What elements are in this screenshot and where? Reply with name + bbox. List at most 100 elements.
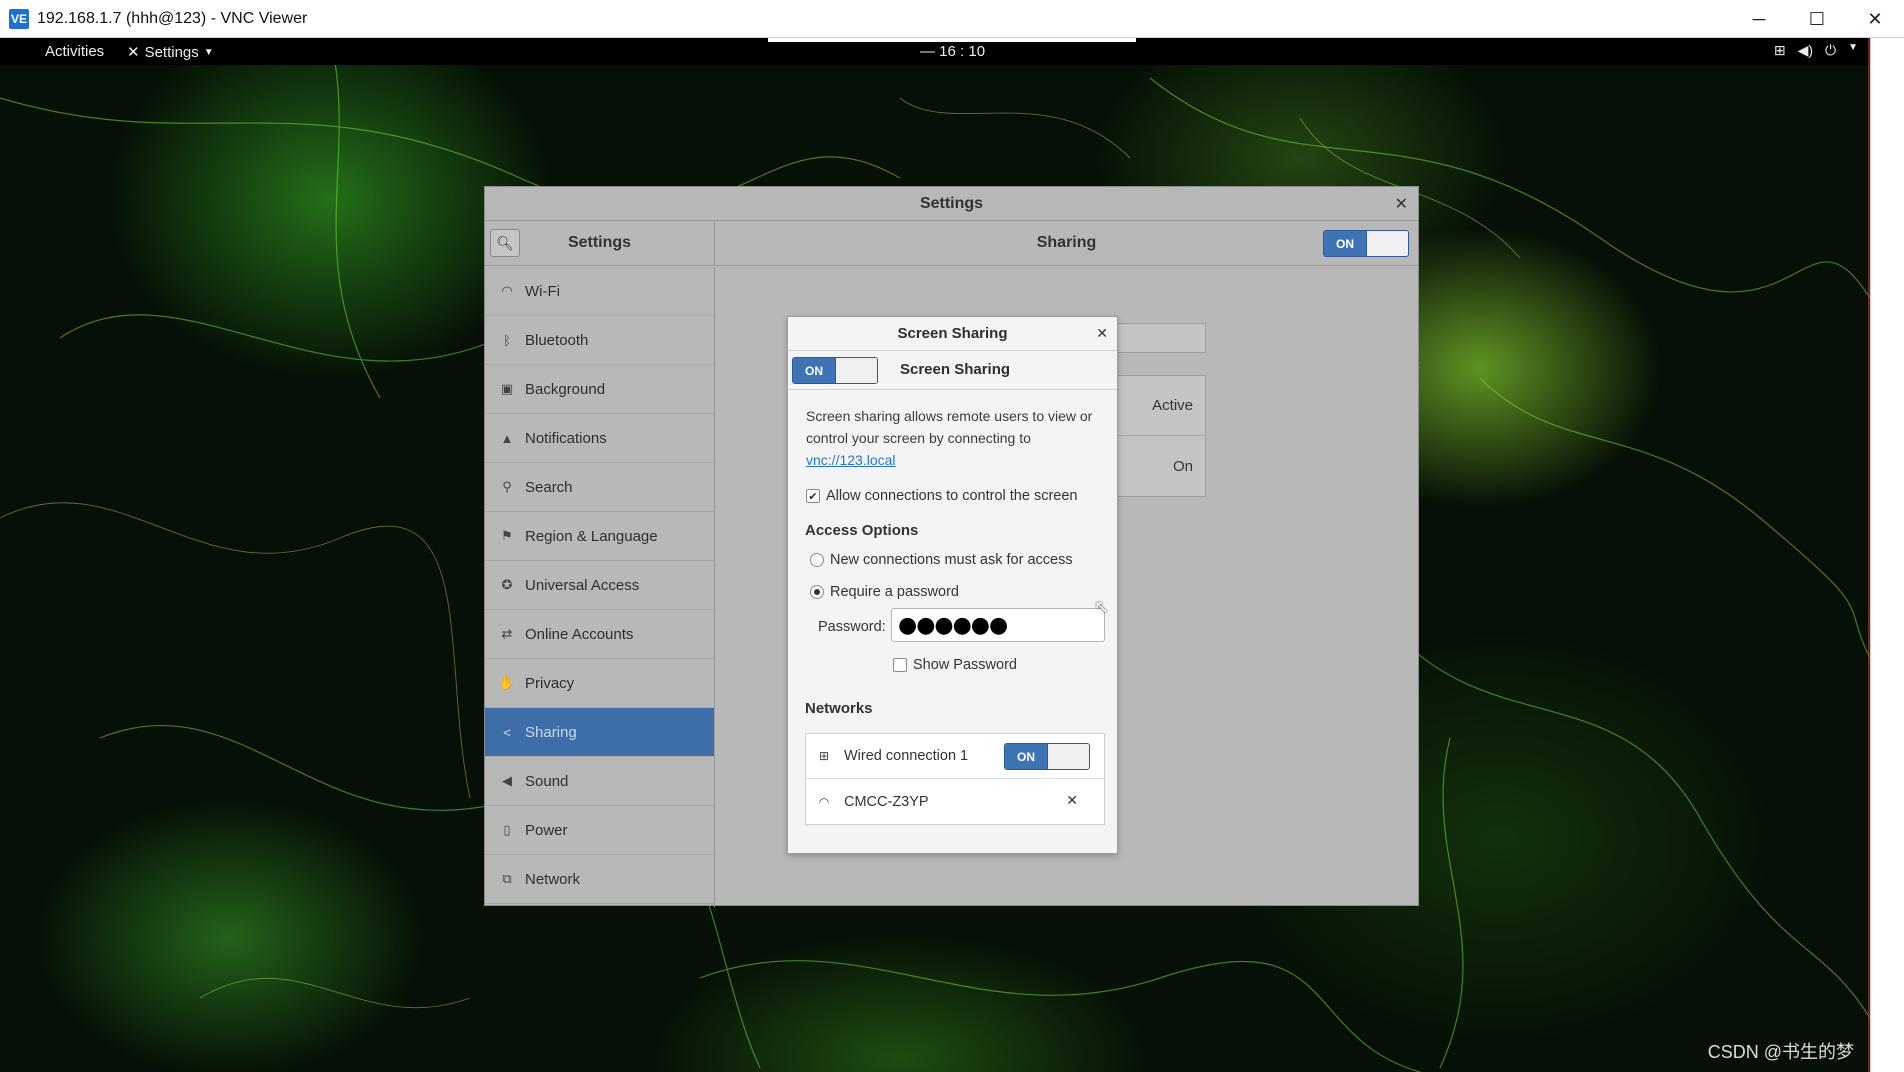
option-ask-row[interactable]: New connections must ask for access xyxy=(810,552,1073,568)
sidebar-item-universal-access[interactable]: ✪ Universal Access xyxy=(485,561,714,610)
sidebar-header: 🔍︎ Settings xyxy=(485,221,715,265)
sidebar-item-network[interactable]: ⧉ Network xyxy=(485,855,714,904)
settings-close-button[interactable]: ✕ xyxy=(1395,194,1408,214)
show-password-checkbox[interactable] xyxy=(893,658,907,672)
settings-window-title: Settings xyxy=(919,194,984,212)
option-ask-radio[interactable] xyxy=(810,553,824,567)
screen-sharing-description: Screen sharing allows remote users to vi… xyxy=(806,405,1108,471)
switch-knob xyxy=(834,358,877,383)
network-name: Wired connection 1 xyxy=(844,748,969,764)
network-row-wired[interactable]: ⊞ Wired connection 1 ON xyxy=(806,734,1104,779)
vnc-address-link[interactable]: vnc://123.local xyxy=(806,452,896,468)
network-name: CMCC-Z3YP xyxy=(844,793,929,810)
vnc-logo-icon: VE xyxy=(9,8,29,29)
online-accounts-icon: ⇄ xyxy=(501,626,513,641)
search-button[interactable]: 🔍︎ xyxy=(490,229,520,257)
radio-selected-dot xyxy=(814,589,820,595)
sidebar-item-label: Bluetooth xyxy=(525,331,589,349)
networks-list: ⊞ Wired connection 1 ON ◠ CMCC-Z3YP ✕ xyxy=(805,733,1105,825)
window-edge-line xyxy=(1868,38,1870,1072)
sidebar-item-background[interactable]: ▣ Background xyxy=(485,365,714,414)
switch-knob xyxy=(1365,231,1408,256)
sidebar-item-label: Notifications xyxy=(525,429,607,447)
sidebar-item-wifi[interactable]: ◠ Wi-Fi xyxy=(485,267,714,316)
panel-header: Sharing ON xyxy=(715,221,1418,265)
media-sharing-status: On xyxy=(1172,457,1193,475)
sidebar-item-label: Background xyxy=(525,380,606,398)
panel-title: Sharing xyxy=(1036,234,1097,251)
show-password-row[interactable]: Show Password xyxy=(893,657,1017,673)
clock-prefix: — xyxy=(920,43,935,60)
sidebar-item-label: Online Accounts xyxy=(525,625,634,643)
password-field[interactable]: ●●●●●● xyxy=(891,608,1105,642)
bluetooth-icon: ᛒ xyxy=(503,332,511,348)
gnome-top-bar: Activities ✕ Settings ▼ — 16 : 10 ⊞ ◀) ⏻… xyxy=(0,38,1870,65)
dialog-titlebar: Screen Sharing ✕ xyxy=(788,317,1117,351)
watermark: CSDN @书生的梦 xyxy=(1707,1042,1854,1062)
vnc-titlebar: VE 192.168.1.7 (hhh@123) - VNC Viewer ─ … xyxy=(0,0,1904,38)
close-button[interactable]: ✕ xyxy=(1846,0,1904,38)
clock[interactable]: — 16 : 10 xyxy=(920,43,985,60)
screen-sharing-switch-label: Screen Sharing xyxy=(900,361,1011,378)
chevron-down-icon: ▼ xyxy=(1848,42,1858,53)
wifi-icon: ◠ xyxy=(818,794,830,809)
speaker-icon: ◀ xyxy=(502,773,512,788)
option-password-row[interactable]: Require a password xyxy=(810,584,959,600)
sidebar-title: Settings xyxy=(567,234,632,251)
sharing-master-switch[interactable]: ON xyxy=(1323,230,1409,257)
sidebar-item-bluetooth[interactable]: ᛒ Bluetooth xyxy=(485,316,714,365)
checkmark-icon: ✔ xyxy=(808,490,818,503)
maximize-button[interactable]: ☐ xyxy=(1788,0,1846,38)
sidebar-item-label: Network xyxy=(525,870,581,888)
option-ask-label: New connections must ask for access xyxy=(830,552,1073,568)
screen-sharing-switch[interactable]: ON xyxy=(792,357,878,384)
dialog-close-button[interactable]: ✕ xyxy=(1096,325,1108,342)
wired-network-icon: ⊞ xyxy=(818,749,830,763)
sidebar-item-power[interactable]: ▯ Power xyxy=(485,806,714,855)
sidebar-item-online-accounts[interactable]: ⇄ Online Accounts xyxy=(485,610,714,659)
network-row-wifi[interactable]: ◠ CMCC-Z3YP ✕ xyxy=(806,779,1104,824)
show-password-label: Show Password xyxy=(913,657,1017,673)
sidebar-item-sound[interactable]: ◀ Sound xyxy=(485,757,714,806)
sidebar-item-privacy[interactable]: ✋ Privacy xyxy=(485,659,714,708)
sidebar-item-label: Sharing xyxy=(525,723,577,741)
app-menu-label: Settings xyxy=(144,43,199,61)
network-icon: ⧉ xyxy=(502,871,512,886)
description-text: Screen sharing allows remote users to vi… xyxy=(806,408,1093,446)
sidebar-item-search[interactable]: ⚲ Search xyxy=(485,463,714,512)
remove-network-button[interactable]: ✕ xyxy=(1066,792,1078,809)
search-icon: ⚲ xyxy=(502,479,512,494)
sidebar-item-label: Search xyxy=(525,478,573,496)
vnc-window-border xyxy=(1870,38,1904,1072)
sidebar-item-label: Wi-Fi xyxy=(525,282,560,300)
minimize-button[interactable]: ─ xyxy=(1730,0,1788,38)
screen-sharing-status: Active xyxy=(1152,397,1193,414)
app-menu[interactable]: ✕ Settings ▼ xyxy=(127,43,214,62)
allow-control-checkbox[interactable]: ✔ xyxy=(806,489,820,503)
chevron-down-icon: ▼ xyxy=(203,46,214,58)
tools-icon: ✕ xyxy=(127,44,140,61)
sidebar-item-region-language[interactable]: ⚑ Region & Language xyxy=(485,512,714,561)
settings-titlebar: Settings ✕ xyxy=(485,187,1418,221)
allow-control-row[interactable]: ✔ Allow connections to control the scree… xyxy=(806,488,1077,504)
sidebar-item-label: Universal Access xyxy=(525,576,640,594)
screen-sharing-switch-row: ON Screen Sharing xyxy=(788,351,1117,390)
search-icon: 🔍︎ xyxy=(496,234,514,251)
status-menu[interactable]: ⊞ ◀) ⏻ ▼ xyxy=(1774,42,1858,59)
network-wired-switch[interactable]: ON xyxy=(1004,743,1090,770)
mouse-cursor-icon: ↖ xyxy=(1094,597,1110,617)
switch-on-label: ON xyxy=(1005,744,1047,769)
sidebar-item-notifications[interactable]: ▲ Notifications xyxy=(485,414,714,463)
notification-banner xyxy=(768,38,1136,42)
bell-icon: ▲ xyxy=(500,430,514,446)
screen-sharing-dialog: Screen Sharing ✕ ON Screen Sharing Scree… xyxy=(787,316,1118,854)
hand-icon: ✋ xyxy=(498,675,516,690)
sidebar-item-sharing[interactable]: < Sharing xyxy=(485,708,714,757)
option-password-label: Require a password xyxy=(830,584,959,600)
activities-button[interactable]: Activities xyxy=(45,43,104,60)
vnc-window-title: 192.168.1.7 (hhh@123) - VNC Viewer xyxy=(37,9,308,27)
switch-on-label: ON xyxy=(1324,231,1366,256)
option-password-radio[interactable] xyxy=(810,585,824,599)
volume-icon: ◀) xyxy=(1797,42,1814,58)
sidebar-item-label: Region & Language xyxy=(525,527,658,545)
